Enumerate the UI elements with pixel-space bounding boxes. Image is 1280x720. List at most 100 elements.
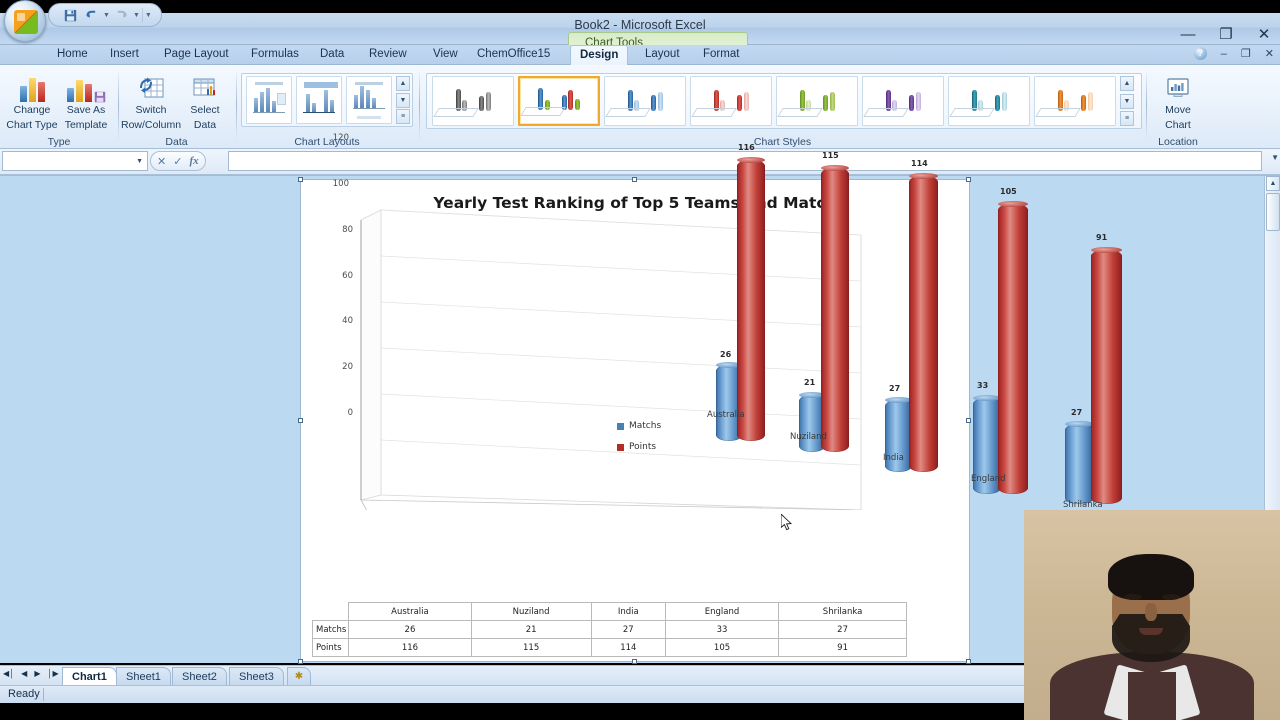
sheet-tab-sheet3[interactable]: Sheet3 xyxy=(229,667,284,685)
chart-legend[interactable]: Matchs Points xyxy=(617,421,661,463)
chart-layout-option-3[interactable] xyxy=(346,76,392,124)
save-as-template-button[interactable]: Save As Template xyxy=(56,70,116,131)
tab-insert[interactable]: Insert xyxy=(101,45,148,65)
insert-worksheet-icon[interactable]: ✱ xyxy=(287,667,311,685)
sheet-tab-sheet1[interactable]: Sheet1 xyxy=(116,667,171,685)
tab-view[interactable]: View xyxy=(424,45,467,65)
workbook-restore-icon[interactable]: ❐ xyxy=(1241,47,1251,60)
sheet-tab-chart1[interactable]: Chart1 xyxy=(62,667,117,685)
style-thumb-8 xyxy=(1035,77,1115,125)
select-data-button[interactable]: Select Data xyxy=(175,70,235,131)
chart-styles-scroll-down-icon[interactable]: ▼ xyxy=(1120,93,1134,109)
sheet-tab-sheet2[interactable]: Sheet2 xyxy=(172,667,227,685)
name-box-dropdown-icon[interactable]: ▼ xyxy=(136,158,143,165)
tab-formulas[interactable]: Formulas xyxy=(242,45,308,65)
tab-home[interactable]: Home xyxy=(48,45,97,65)
next-sheet-icon[interactable]: ▶ xyxy=(34,669,40,678)
chart-style-option-2-selected[interactable] xyxy=(518,76,600,126)
chart-styles-scroll-up-icon[interactable]: ▲ xyxy=(1120,76,1134,91)
name-box[interactable]: ▼ xyxy=(2,151,148,171)
selection-handle-mr[interactable] xyxy=(966,418,971,423)
chart-style-option-4[interactable] xyxy=(690,76,772,126)
selection-handle-br[interactable] xyxy=(966,659,971,664)
data-table-cell-points-india: 114 xyxy=(590,638,666,657)
close-icon[interactable]: ✕ xyxy=(1256,27,1272,43)
first-sheet-icon[interactable]: ◀│ xyxy=(3,669,14,678)
switch-row-column-button[interactable]: Switch Row/Column xyxy=(121,70,181,131)
undo-dropdown-caret-icon[interactable]: ▼ xyxy=(103,12,110,19)
chart-layouts-scroll-up-icon[interactable]: ▲ xyxy=(396,76,410,91)
redo-glyph xyxy=(117,10,127,18)
bar-points-australia[interactable] xyxy=(737,157,765,441)
selection-handle-tr[interactable] xyxy=(966,177,971,182)
chart-styles-more-icon[interactable]: ≡ xyxy=(1120,111,1134,126)
selection-handle-ml[interactable] xyxy=(298,418,303,423)
tab-layout[interactable]: Layout xyxy=(636,45,689,65)
chart-style-option-1[interactable] xyxy=(432,76,514,126)
data-table-cell-points-nuziland: 115 xyxy=(470,638,592,657)
switch-row-column-icon xyxy=(121,70,181,102)
bar-points-shrilanka[interactable] xyxy=(1091,247,1122,504)
legend-entry-points[interactable]: Points xyxy=(617,442,661,452)
tab-design[interactable]: Design xyxy=(570,45,629,65)
legend-entry-matchs[interactable]: Matchs xyxy=(617,421,661,431)
data-table-header-row: Australia Nuziland India England Shrilan… xyxy=(313,602,907,621)
category-label-england: England xyxy=(971,474,1006,484)
category-label-nuziland: Nuziland xyxy=(790,432,827,442)
move-chart-button[interactable]: Move Chart xyxy=(1148,70,1208,131)
ribbon-group-type-label: Type xyxy=(47,136,71,148)
chart-style-option-6[interactable] xyxy=(862,76,944,126)
vertical-scrollbar-thumb[interactable] xyxy=(1266,193,1280,231)
prev-sheet-icon[interactable]: ◀ xyxy=(21,669,27,678)
data-table-cell-matchs-england: 33 xyxy=(664,620,780,639)
workbook-minimize-icon[interactable]: – xyxy=(1221,48,1227,60)
customize-qat-caret-icon[interactable]: ▼ xyxy=(145,12,152,19)
enter-formula-icon[interactable]: ✓ xyxy=(173,155,182,168)
selection-handle-bc[interactable] xyxy=(632,659,637,664)
chart-style-option-5[interactable] xyxy=(776,76,858,126)
last-sheet-icon[interactable]: │▶ xyxy=(47,669,58,678)
tab-data[interactable]: Data xyxy=(311,45,353,65)
bar-points-england[interactable] xyxy=(998,201,1028,494)
help-icon[interactable]: ? xyxy=(1193,47,1207,60)
change-chart-type-button[interactable]: Change Chart Type xyxy=(2,70,62,131)
chart-style-option-7[interactable] xyxy=(948,76,1030,126)
insert-function-icon[interactable]: fx xyxy=(189,155,198,167)
tab-review[interactable]: Review xyxy=(360,45,416,65)
redo-icon[interactable] xyxy=(112,6,131,25)
office-button[interactable] xyxy=(4,0,46,42)
select-data-glyph xyxy=(193,78,215,96)
workbook-close-icon[interactable]: ✕ xyxy=(1265,47,1274,60)
tab-page-layout[interactable]: Page Layout xyxy=(155,45,238,65)
selection-handle-tc[interactable] xyxy=(632,177,637,182)
data-table-corner xyxy=(313,603,349,621)
chart-layouts-scroll[interactable]: ▲ ▼ ≡ xyxy=(396,76,410,124)
plot-area[interactable]: 0 20 40 60 80 100 120 26 116 Australia 2… xyxy=(301,133,1122,610)
chart-layout-option-1[interactable] xyxy=(246,76,292,124)
chart-layout-option-2[interactable] xyxy=(296,76,342,124)
chart-layouts-scroll-down-icon[interactable]: ▼ xyxy=(396,92,410,108)
expand-formula-bar-icon[interactable]: ▼ xyxy=(1271,153,1279,162)
chart-style-option-3[interactable] xyxy=(604,76,686,126)
select-data-label-2: Data xyxy=(193,118,217,131)
save-icon[interactable] xyxy=(61,6,80,25)
chart-data-table[interactable]: Australia Nuziland India England Shrilan… xyxy=(311,602,907,657)
selection-handle-bl[interactable] xyxy=(298,659,303,664)
tab-format[interactable]: Format xyxy=(694,45,748,65)
chart-style-option-8[interactable] xyxy=(1034,76,1116,126)
redo-dropdown-caret-icon[interactable]: ▼ xyxy=(133,12,140,19)
chart-styles-scroll[interactable]: ▲ ▼ ≡ xyxy=(1120,76,1134,126)
save-as-template-label-1: Save As xyxy=(66,104,106,116)
select-data-label-1: Select xyxy=(190,104,220,116)
undo-icon[interactable] xyxy=(82,6,101,25)
maximize-icon[interactable]: ❐ xyxy=(1218,27,1234,43)
chart-layouts-gallery[interactable]: ▲ ▼ ≡ xyxy=(241,73,413,127)
bar-points-india[interactable] xyxy=(909,173,938,472)
bar-points-nuziland[interactable] xyxy=(821,165,849,452)
title-bar: Book2 - Microsoft Excel Chart Tools — ❐ … xyxy=(0,13,1280,58)
bar-matchs-shrilanka[interactable] xyxy=(1065,421,1094,504)
cancel-formula-icon[interactable]: ✕ xyxy=(157,155,166,168)
selection-handle-tl[interactable] xyxy=(298,177,303,182)
tab-chemoffice15[interactable]: ChemOffice15 xyxy=(468,45,559,65)
minimize-icon[interactable]: — xyxy=(1180,27,1196,43)
